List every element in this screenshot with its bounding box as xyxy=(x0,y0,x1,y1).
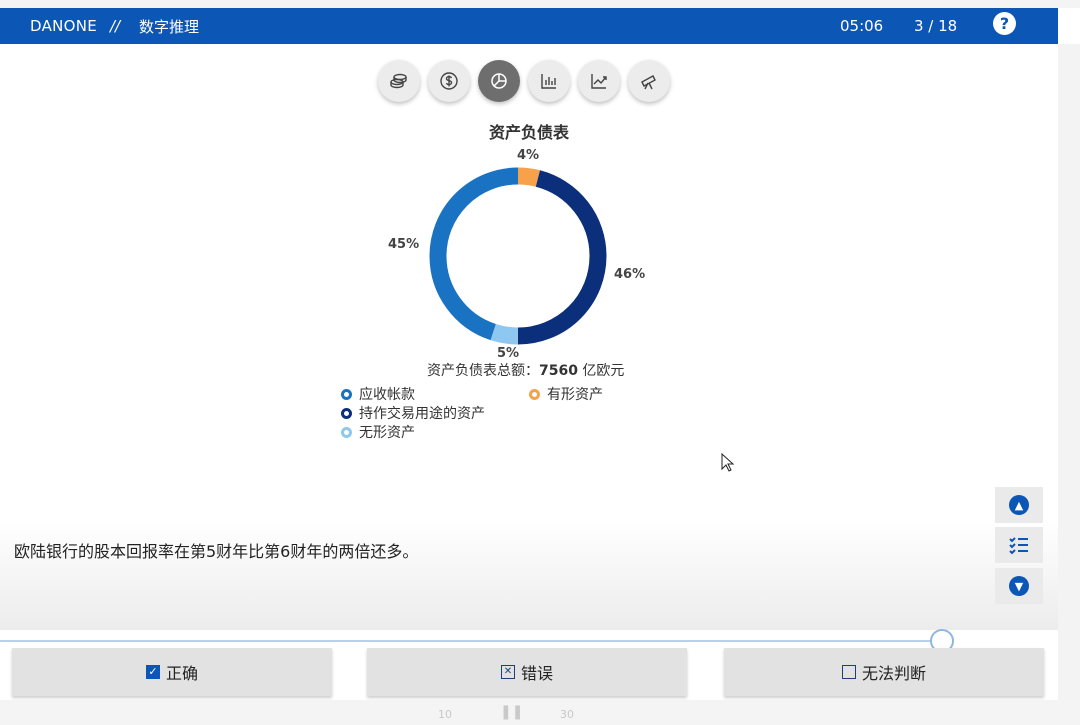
answer-false-label: 错误 xyxy=(520,664,553,683)
forward-30-label[interactable]: 30 xyxy=(560,708,574,721)
legend-item-receivables: 应收帐款 xyxy=(341,384,415,404)
legend-item-intangible: 无形资产 xyxy=(341,422,415,442)
checklist-icon xyxy=(1009,537,1028,555)
total-value: 7560 xyxy=(539,363,578,379)
pause-icon[interactable]: ❚❚ xyxy=(500,704,523,720)
tab-bar-chart[interactable] xyxy=(528,60,570,102)
question-list-button[interactable] xyxy=(995,527,1043,563)
rewind-10-label[interactable]: 10 xyxy=(438,708,452,721)
data-tab-bar xyxy=(378,60,670,102)
brand-name: DANONE xyxy=(30,17,98,35)
legend-dot xyxy=(341,407,352,419)
section-title: 数字推理 xyxy=(139,17,200,36)
legend-label: 持作交易用途的资产 xyxy=(359,406,485,422)
right-gutter xyxy=(1058,44,1080,725)
slice-label-tangible: 4% xyxy=(517,148,540,163)
question-panel xyxy=(0,520,1058,630)
legend-dot xyxy=(529,388,540,400)
question-progress: 3 / 18 xyxy=(914,17,958,35)
legend-label: 无形资产 xyxy=(359,425,415,441)
checkbox-cross-icon: ✕ xyxy=(500,665,515,679)
donut-chart xyxy=(429,167,607,345)
total-label: 资产负债表总额： xyxy=(427,363,539,379)
answer-unknown-button[interactable]: 无法判断 xyxy=(724,648,1044,696)
header-bar: DANONE // 数字推理 05:06 3 / 18 ? xyxy=(0,8,1058,44)
telescope-icon xyxy=(641,75,656,90)
tab-coins[interactable] xyxy=(378,60,420,102)
legend-dot xyxy=(341,426,352,438)
legend-label: 应收帐款 xyxy=(359,387,415,403)
scroll-up-button[interactable]: ▲ xyxy=(995,487,1043,523)
checkbox-empty-icon xyxy=(841,665,856,679)
progress-track xyxy=(0,640,942,642)
breadcrumb-separator: // xyxy=(110,17,121,35)
total-unit: 亿欧元 xyxy=(582,363,625,379)
legend-item-trading: 持作交易用途的资产 xyxy=(341,403,485,423)
chevron-up-icon: ▲ xyxy=(1009,495,1029,515)
chart-title: 资产负债表 xyxy=(488,123,569,142)
answer-true-button[interactable]: ✓ 正确 xyxy=(12,648,332,696)
tab-pie-chart[interactable] xyxy=(478,60,520,102)
answer-unknown-label: 无法判断 xyxy=(861,664,926,683)
coins-icon xyxy=(390,73,407,89)
scroll-down-button[interactable]: ▼ xyxy=(995,568,1043,604)
pie-chart-icon xyxy=(491,73,507,89)
chart-total: 资产负债表总额：7560 亿欧元 xyxy=(427,360,624,380)
chevron-down-icon: ▼ xyxy=(1009,576,1029,596)
tab-line-chart[interactable] xyxy=(578,60,620,102)
bar-chart-icon xyxy=(541,74,556,89)
timer: 05:06 xyxy=(840,17,884,35)
slice-label-intangible: 5% xyxy=(497,346,520,361)
answer-false-button[interactable]: ✕ 错误 xyxy=(367,648,687,696)
checkbox-checked-icon: ✓ xyxy=(145,665,160,679)
slice-label-trading: 46% xyxy=(614,267,646,282)
answer-true-label: 正确 xyxy=(165,664,198,683)
app-window: DANONE // 数字推理 05:06 3 / 18 ? 资产负债表 4% 4… xyxy=(0,0,1080,725)
line-chart-icon xyxy=(591,74,607,89)
legend-dot xyxy=(341,388,352,400)
bottom-bar xyxy=(0,700,1080,725)
dollar-icon xyxy=(440,72,458,90)
help-icon[interactable]: ? xyxy=(993,12,1016,35)
question-statement: 欧陆银行的股本回报率在第5财年比第6财年的两倍还多。 xyxy=(14,542,419,561)
mouse-cursor-icon xyxy=(721,453,735,472)
legend-label: 有形资产 xyxy=(547,387,603,403)
legend-item-tangible: 有形资产 xyxy=(529,384,603,404)
top-strip xyxy=(0,0,1080,8)
tab-dollar[interactable] xyxy=(428,60,470,102)
tab-telescope[interactable] xyxy=(628,60,670,102)
slice-label-receivables: 45% xyxy=(388,237,420,252)
